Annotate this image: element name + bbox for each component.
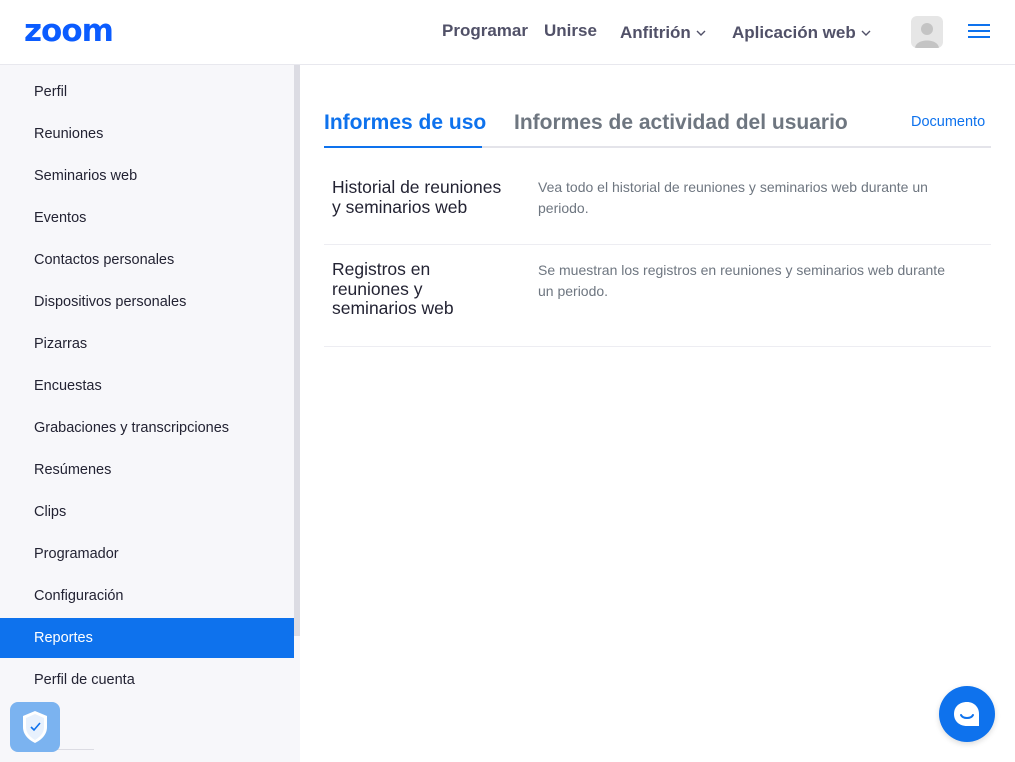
top-header: zoom Programar Unirse Anfitrión Aplicaci… (0, 0, 1015, 65)
report-title-line: seminarios web (332, 298, 454, 318)
report-desc-line: Vea todo el historial de reuniones y sem… (538, 179, 928, 195)
report-desc-line: periodo. (538, 200, 589, 216)
documento-link[interactable]: Documento (911, 114, 985, 130)
report-desc-line: un periodo. (538, 283, 609, 299)
sidebar-item-configuracion[interactable]: Configuración (0, 576, 294, 616)
nav-unirse[interactable]: Unirse (544, 21, 597, 41)
report-desc-line: Se muestran los registros en reuniones y… (538, 262, 945, 278)
shield-check-icon[interactable] (10, 702, 60, 752)
sidebar-item-contactos-personales[interactable]: Contactos personales (0, 240, 294, 280)
sidebar: Perfil Reuniones Seminarios web Eventos … (0, 65, 300, 762)
sidebar-item-programador[interactable]: Programador (0, 534, 294, 574)
sidebar-item-eventos[interactable]: Eventos (0, 198, 294, 238)
report-title-line: y seminarios web (332, 197, 468, 217)
sidebar-item-perfil[interactable]: Perfil (0, 72, 294, 112)
sidebar-item-resumenes[interactable]: Resúmenes (0, 450, 294, 490)
user-avatar-icon[interactable] (911, 16, 943, 48)
tab-informes-de-uso[interactable]: Informes de uso (324, 110, 486, 136)
sidebar-item-pizarras[interactable]: Pizarras (0, 324, 294, 364)
report-title-registros[interactable]: Registros en reuniones y seminarios web (332, 259, 454, 319)
sidebar-item-grabaciones[interactable]: Grabaciones y transcripciones (0, 408, 294, 448)
zoom-logo[interactable]: zoom (24, 13, 114, 49)
sidebar-item-dispositivos-personales[interactable]: Dispositivos personales (0, 282, 294, 322)
report-desc-registros: Se muestran los registros en reuniones y… (538, 260, 990, 302)
nav-aplicacion-web-label: Aplicación web (732, 23, 856, 42)
tab-informes-de-actividad[interactable]: Informes de actividad del usuario (514, 110, 848, 136)
nav-anfitrion-label: Anfitrión (620, 23, 691, 42)
report-title-line: reuniones y (332, 278, 423, 299)
nav-aplicacion-web[interactable]: Aplicación web (732, 21, 871, 43)
sidebar-item-reuniones[interactable]: Reuniones (0, 114, 294, 154)
sidebar-item-clips[interactable]: Clips (0, 492, 294, 532)
hamburger-menu-icon[interactable] (968, 22, 990, 40)
nav-programar-label: Programar (442, 21, 528, 40)
sidebar-scrollbar[interactable] (294, 65, 300, 636)
report-desc-historial: Vea todo el historial de reuniones y sem… (538, 177, 990, 219)
nav-anfitrion[interactable]: Anfitrión (620, 21, 706, 43)
chevron-down-icon (696, 21, 706, 41)
chat-support-icon[interactable] (939, 686, 995, 742)
sidebar-item-seminarios-web[interactable]: Seminarios web (0, 156, 294, 196)
report-title-line: Registros en (332, 259, 431, 279)
nav-programar[interactable]: Programar (442, 21, 528, 41)
sidebar-item-encuestas[interactable]: Encuestas (0, 366, 294, 406)
chevron-down-icon (861, 21, 871, 41)
report-row-historial: Historial de reuniones y seminarios web … (324, 148, 991, 245)
nav-unirse-label: Unirse (544, 21, 597, 40)
report-title-historial[interactable]: Historial de reuniones y seminarios web (332, 177, 501, 217)
sidebar-item-perfil-de-cuenta[interactable]: Perfil de cuenta (0, 660, 294, 700)
sidebar-item-reportes[interactable]: Reportes (0, 618, 294, 658)
report-row-registros: Registros en reuniones y seminarios web … (324, 245, 991, 347)
report-title-line: Historial de reuniones (332, 177, 502, 197)
